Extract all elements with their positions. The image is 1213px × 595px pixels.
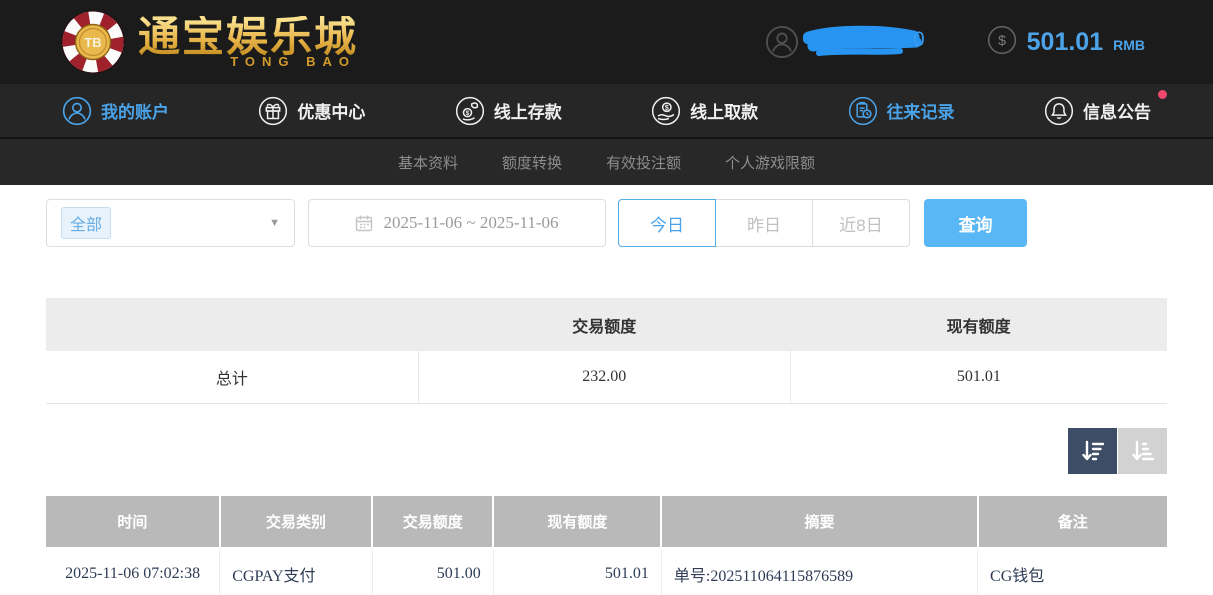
summary-table: 交易额度 现有额度 总计 232.00 501.01: [46, 298, 1167, 404]
summary-header-balance: 现有额度: [790, 298, 1167, 351]
subnav-item-valid-bets[interactable]: 有效投注额: [606, 152, 681, 173]
col-header-amount: 交易额度: [372, 496, 493, 548]
cell-type: CGPAY支付: [220, 548, 372, 595]
summary-header-row: 交易额度 现有额度: [46, 298, 1167, 351]
cell-note: CG钱包: [978, 548, 1167, 595]
date-range-input[interactable]: 2025-11-06 ~ 2025-11-06: [308, 199, 606, 247]
quick-btn-yesterday[interactable]: 昨日: [715, 199, 813, 247]
summary-total-label: 总计: [46, 351, 418, 403]
main-content: 全部 ▼ 2025-11-06 ~ 2025-11-06 今日 昨日 近8日 查…: [0, 199, 1213, 595]
cell-summary: 单号:202511064115876589: [661, 548, 977, 595]
quick-btn-today[interactable]: 今日: [618, 199, 716, 247]
main-nav: 我的账户 优惠中心 $ 线上存款 $ 线上取款: [0, 84, 1213, 137]
site-subtitle: TONG BAO: [230, 54, 356, 69]
cell-balance: 501.01: [493, 548, 661, 595]
svg-text:$: $: [665, 103, 669, 111]
account-info[interactable]: 0: [765, 25, 925, 59]
chevron-down-icon: ▼: [269, 217, 280, 229]
bell-icon: [1044, 96, 1074, 126]
dollar-icon: $: [987, 25, 1017, 60]
withdraw-icon: $: [651, 96, 681, 126]
username-redacted: 0: [803, 25, 925, 59]
user-icon: [62, 96, 92, 126]
sort-descending-button[interactable]: [1068, 428, 1117, 474]
nav-label: 信息公告: [1083, 98, 1151, 123]
summary-header-empty: [46, 298, 418, 351]
summary-total-row: 总计 232.00 501.01: [46, 351, 1167, 403]
date-range-value: 2025-11-06 ~ 2025-11-06: [383, 213, 558, 233]
col-header-summary: 摘要: [661, 496, 977, 548]
brand-logo[interactable]: TB 通宝娱乐城 TONG BAO: [60, 9, 358, 75]
nav-item-deposit[interactable]: $ 线上存款: [455, 96, 562, 126]
nav-item-records[interactable]: 往来记录: [848, 96, 955, 126]
nav-label: 线上取款: [690, 98, 758, 123]
records-header-row: 时间 交易类别 交易额度 现有额度 摘要 备注: [46, 496, 1167, 548]
quick-btn-last8days[interactable]: 近8日: [812, 199, 910, 247]
calendar-icon: [355, 214, 373, 232]
selected-type-chip: 全部: [61, 207, 111, 239]
nav-item-my-account[interactable]: 我的账户: [62, 96, 169, 126]
records-icon: [848, 96, 878, 126]
subnav-item-basic-info[interactable]: 基本资料: [398, 152, 458, 173]
nav-item-announcements[interactable]: 信息公告: [1044, 96, 1151, 126]
svg-text:$: $: [998, 33, 1006, 49]
sub-nav: 基本资料 额度转换 有效投注额 个人游戏限额: [0, 137, 1213, 185]
nav-label: 线上存款: [494, 98, 562, 123]
nav-label: 往来记录: [887, 98, 955, 123]
transaction-type-select[interactable]: 全部 ▼: [46, 199, 295, 247]
search-button[interactable]: 查询: [924, 199, 1027, 247]
site-title: 通宝娱乐城: [138, 16, 358, 58]
cell-amount: 501.00: [372, 548, 493, 595]
records-table: 时间 交易类别 交易额度 现有额度 摘要 备注 2025-11-06 07:02…: [46, 496, 1167, 595]
nav-item-promotions[interactable]: 优惠中心: [258, 96, 365, 126]
table-row: 2025-11-06 07:02:38 CGPAY支付 501.00 501.0…: [46, 548, 1167, 595]
col-header-note: 备注: [978, 496, 1167, 548]
top-header: TB 通宝娱乐城 TONG BAO 0: [0, 0, 1213, 84]
subnav-item-game-limit[interactable]: 个人游戏限额: [725, 152, 815, 173]
svg-text:TB: TB: [84, 35, 101, 50]
redaction-scribble-icon: [803, 25, 925, 59]
nav-label: 我的账户: [101, 98, 169, 123]
notification-dot: [1158, 90, 1167, 99]
sort-ascending-button[interactable]: [1118, 428, 1167, 474]
quick-date-group: 今日 昨日 近8日: [618, 199, 910, 247]
user-avatar-icon: [765, 25, 799, 59]
balance-amount: 501.01: [1027, 28, 1103, 57]
poker-chip-icon: TB: [60, 9, 126, 75]
deposit-icon: $: [455, 96, 485, 126]
cell-time: 2025-11-06 07:02:38: [46, 548, 220, 595]
balance-display[interactable]: $ 501.01 RMB: [987, 25, 1145, 60]
summary-header-transaction: 交易额度: [418, 298, 790, 351]
sort-descending-icon: [1080, 438, 1106, 464]
col-header-balance: 现有额度: [493, 496, 661, 548]
col-header-time: 时间: [46, 496, 220, 548]
filter-row: 全部 ▼ 2025-11-06 ~ 2025-11-06 今日 昨日 近8日 查…: [46, 199, 1167, 247]
nav-label: 优惠中心: [297, 98, 365, 123]
gift-icon: [258, 96, 288, 126]
sort-controls: [46, 428, 1167, 474]
sort-ascending-icon: [1130, 438, 1156, 464]
col-header-type: 交易类别: [220, 496, 372, 548]
svg-text:$: $: [465, 110, 469, 117]
balance-currency: RMB: [1113, 37, 1145, 53]
nav-item-withdraw[interactable]: $ 线上取款: [651, 96, 758, 126]
summary-total-transaction: 232.00: [418, 351, 790, 403]
subnav-item-quota-transfer[interactable]: 额度转换: [502, 152, 562, 173]
summary-total-balance: 501.01: [790, 351, 1167, 403]
